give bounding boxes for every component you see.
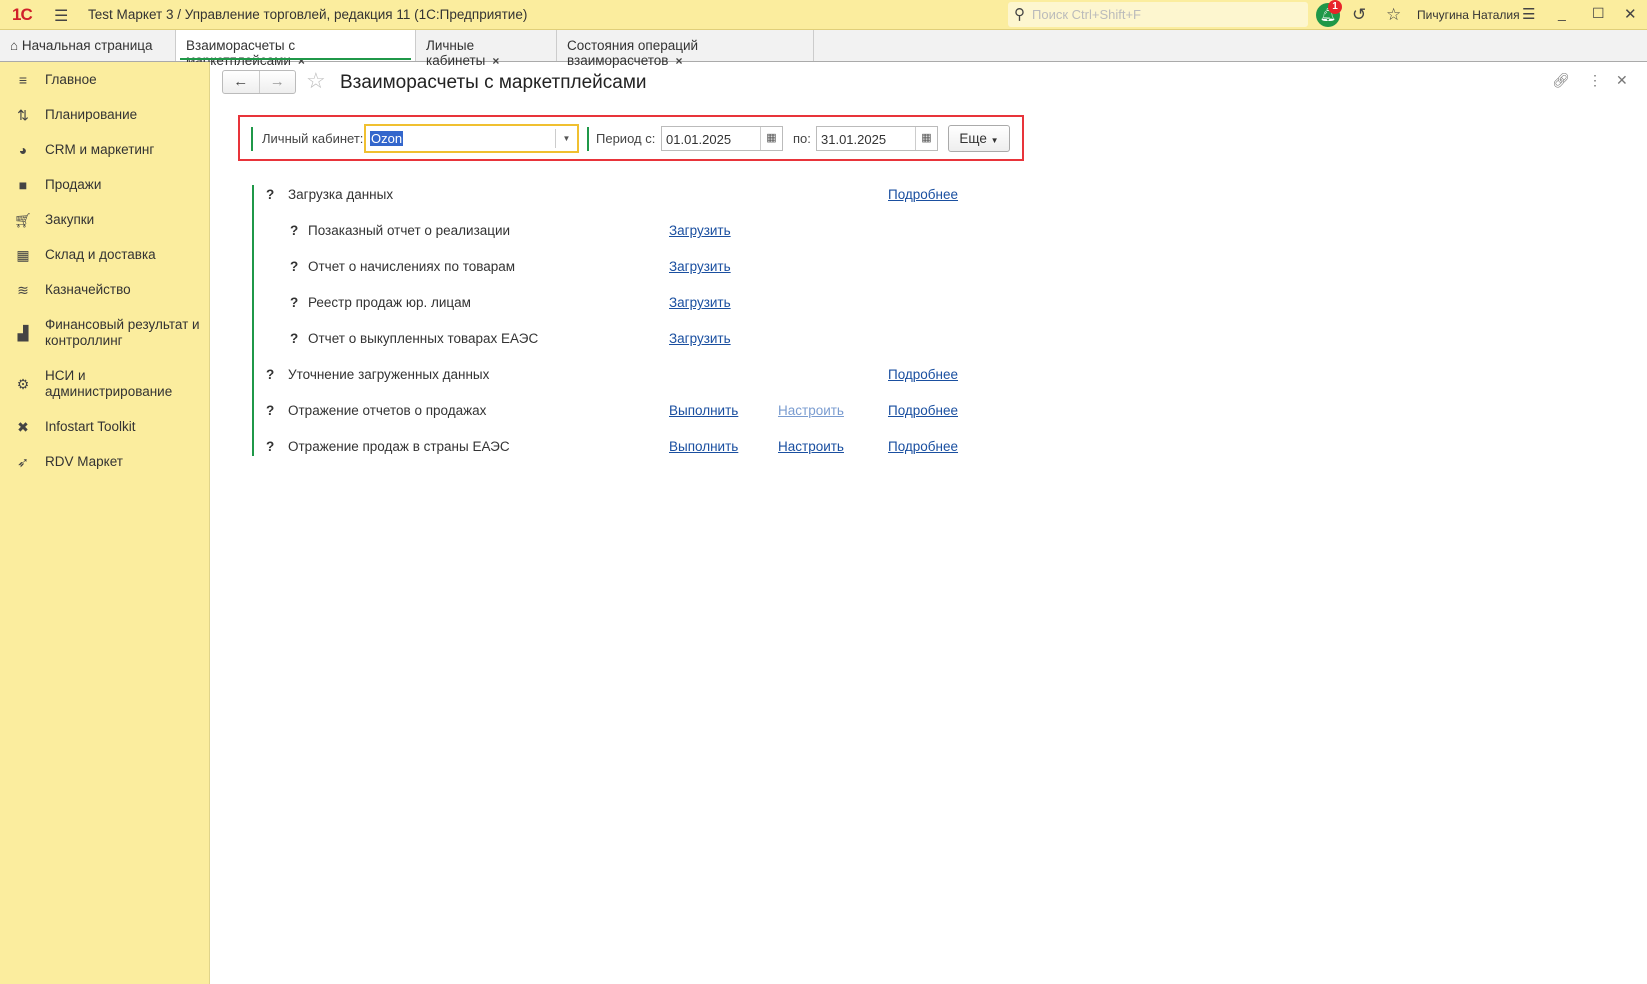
- search-input[interactable]: ⚲ Поиск Ctrl+Shift+F: [1008, 2, 1308, 27]
- more-label: Еще: [959, 131, 987, 146]
- step-row: ? Позаказный отчет о реализации Загрузить: [0, 223, 1000, 241]
- page-title: Взаиморасчеты с маркетплейсами: [340, 72, 647, 93]
- setup-link[interactable]: Настроить: [778, 439, 844, 454]
- cabinet-value: Ozon: [370, 131, 404, 146]
- app-title: Test Маркет 3 / Управление торговлей, ре…: [88, 7, 528, 22]
- period-to-value: 31.01.2025: [821, 132, 887, 147]
- period-from-value: 01.01.2025: [666, 132, 732, 147]
- step-label: Позаказный отчет о реализации: [308, 223, 511, 238]
- menu-icon: ≡: [18, 72, 28, 88]
- step-row: ? Загрузка данных Подробнее: [0, 187, 1000, 205]
- help-question-icon[interactable]: ?: [266, 439, 274, 454]
- help-question-icon[interactable]: ?: [266, 403, 274, 418]
- search-icon: ⚲: [1014, 6, 1025, 23]
- field-marker: [251, 127, 253, 151]
- run-link[interactable]: Выполнить: [669, 439, 738, 454]
- notification-count-badge: 1: [1328, 0, 1342, 14]
- load-link[interactable]: Загрузить: [669, 259, 731, 274]
- step-row: ? Отражение продаж в страны ЕАЭС Выполнить…: [0, 439, 1000, 457]
- planning-icon: ⇅: [17, 107, 29, 123]
- run-link[interactable]: Выполнить: [669, 403, 738, 418]
- title-bar: 1С ☰ Test Маркет 3 / Управление торговле…: [0, 0, 1647, 30]
- 1c-logo: 1С: [12, 5, 33, 24]
- help-question-icon[interactable]: ?: [290, 295, 298, 310]
- tools-icon: ✖: [17, 419, 29, 435]
- cabinet-label: Личный кабинет:: [262, 131, 364, 146]
- chevron-down-icon: ▼: [990, 136, 999, 145]
- step-label: Отражение продаж в страны ЕАЭС: [288, 439, 510, 454]
- sidebar-item-label: Главное: [45, 72, 97, 87]
- help-question-icon[interactable]: ?: [290, 331, 298, 346]
- tab-label: Начальная страница: [21, 38, 153, 53]
- load-link[interactable]: Загрузить: [669, 295, 731, 310]
- setup-link[interactable]: Настроить: [778, 403, 844, 418]
- step-row: ? Реестр продаж юр. лицам Загрузить: [0, 295, 1000, 313]
- cabinet-select[interactable]: Ozon ▼: [364, 124, 579, 153]
- close-tab-icon[interactable]: ×: [675, 54, 682, 68]
- more-actions-icon[interactable]: ⋮: [1588, 72, 1602, 89]
- favorite-star-icon[interactable]: ☆: [306, 68, 326, 94]
- link-icon[interactable]: 🔗︎: [1552, 72, 1570, 89]
- more-button[interactable]: Еще ▼: [948, 125, 1010, 152]
- period-to-input[interactable]: 31.01.2025 ▦: [816, 126, 938, 151]
- load-link[interactable]: Загрузить: [669, 223, 731, 238]
- step-row: ? Отражение отчетов о продажах Выполнить На…: [0, 403, 1000, 421]
- close-window-icon[interactable]: ✕: [1624, 5, 1637, 23]
- home-icon: ⌂: [10, 38, 19, 53]
- calendar-icon[interactable]: ▦: [760, 127, 782, 150]
- tab-bar: ⌂ Начальная страница Взаиморасчеты с мар…: [0, 30, 1647, 68]
- step-label: Уточнение загруженных данных: [288, 367, 490, 382]
- user-name[interactable]: Пичугина Наталия: [1417, 8, 1520, 22]
- tab-personal-cabinets[interactable]: Личные кабинеты ×: [416, 30, 557, 68]
- help-question-icon[interactable]: ?: [290, 259, 298, 274]
- help-question-icon[interactable]: ?: [290, 223, 298, 238]
- field-marker: [587, 127, 589, 151]
- close-tab-icon[interactable]: ×: [298, 54, 305, 68]
- maximize-icon[interactable]: ☐: [1592, 5, 1605, 22]
- pie-icon: ◕: [18, 142, 28, 158]
- step-row: ? Отчет о начислениях по товарам Загрузить: [0, 259, 1000, 277]
- help-question-icon[interactable]: ?: [266, 367, 274, 382]
- sidebar-item-label: Планирование: [45, 107, 138, 122]
- forward-arrow-icon[interactable]: →: [258, 71, 296, 93]
- step-row: ? Уточнение загруженных данных Подробнее: [0, 367, 1000, 385]
- step-row: ? Отчет о выкупленных товарах ЕАЭС Загрузи…: [0, 331, 1000, 349]
- help-question-icon[interactable]: ?: [266, 187, 274, 202]
- sidebar-item-label: CRM и маркетинг: [45, 142, 155, 157]
- details-link[interactable]: Подробнее: [888, 187, 958, 202]
- details-link[interactable]: Подробнее: [888, 439, 958, 454]
- navigation-buttons: ← →: [222, 70, 296, 94]
- period-from-label: Период с:: [596, 131, 656, 146]
- details-link[interactable]: Подробнее: [888, 403, 958, 418]
- step-label: Отчет о начислениях по товарам: [308, 259, 516, 274]
- step-label: Отражение отчетов о продажах: [288, 403, 487, 418]
- sidebar-item-label: Infostart Toolkit: [45, 419, 136, 434]
- tab-label: Личные кабинеты: [426, 38, 486, 68]
- history-icon[interactable]: ↺: [1352, 5, 1366, 25]
- settings-menu-icon[interactable]: ☰: [1522, 5, 1535, 23]
- details-link[interactable]: Подробнее: [888, 367, 958, 382]
- close-form-icon[interactable]: ✕: [1616, 72, 1628, 89]
- step-label: Реестр продаж юр. лицам: [308, 295, 471, 310]
- tab-home[interactable]: ⌂ Начальная страница: [0, 30, 176, 61]
- back-arrow-icon[interactable]: ←: [223, 71, 259, 93]
- tab-marketplace-settlements[interactable]: Взаиморасчеты с маркетплейсами ×: [176, 30, 416, 68]
- chevron-down-icon[interactable]: ▼: [555, 129, 577, 148]
- step-label: Загрузка данных: [288, 187, 394, 202]
- close-tab-icon[interactable]: ×: [492, 54, 499, 68]
- search-placeholder: Поиск Ctrl+Shift+F: [1032, 7, 1141, 22]
- period-to-label: по:: [793, 131, 811, 146]
- load-link[interactable]: Загрузить: [669, 331, 731, 346]
- calendar-icon[interactable]: ▦: [915, 127, 937, 150]
- main-menu-icon[interactable]: ☰: [54, 6, 68, 26]
- tab-operation-states[interactable]: Состояния операций взаиморасчетов ×: [557, 30, 814, 68]
- step-label: Отчет о выкупленных товарах ЕАЭС: [308, 331, 539, 346]
- period-from-input[interactable]: 01.01.2025 ▦: [661, 126, 783, 151]
- favorites-star-icon[interactable]: ☆: [1386, 5, 1401, 25]
- minimize-icon[interactable]: _: [1558, 5, 1566, 21]
